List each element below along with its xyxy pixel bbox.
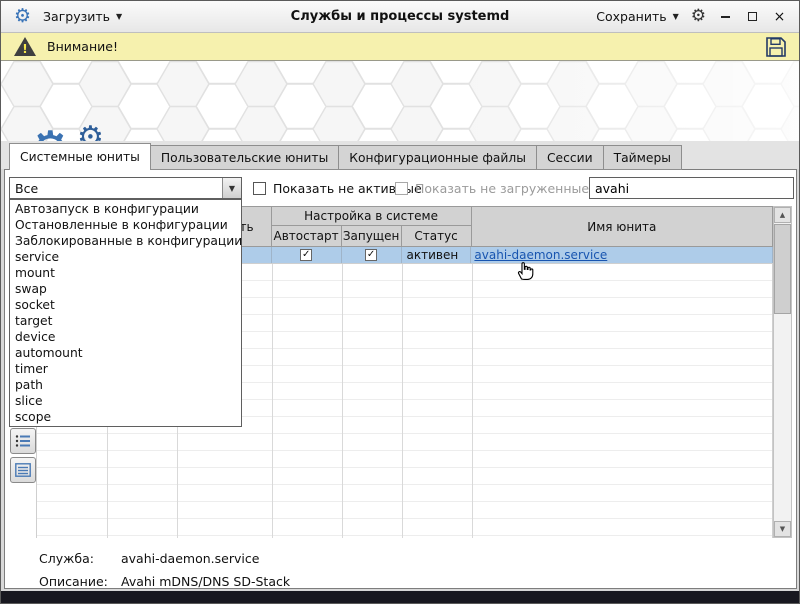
dropdown-option[interactable]: mount	[10, 265, 241, 281]
app-header: ⚙ ⚙ ⚙ Службы и процессы systemd Настройк…	[1, 61, 799, 141]
column-header-autostart[interactable]: Автостарт	[272, 226, 342, 247]
description-value: Avahi mDNS/DNS SD-Stack	[121, 574, 290, 589]
dropdown-option[interactable]: Автозапуск в конфигурации	[10, 201, 241, 217]
running-checkbox[interactable]: ✓	[365, 249, 377, 261]
dropdown-option[interactable]: timer	[10, 361, 241, 377]
group-subheaders: Автостарт Запущен Статус	[272, 226, 472, 247]
dropdown-arrow-button[interactable]: ▼	[222, 178, 241, 198]
grid-line	[272, 264, 273, 538]
scroll-up-button[interactable]: ▲	[774, 207, 791, 223]
save-file-icon[interactable]	[765, 36, 787, 58]
dropdown-option[interactable]: target	[10, 313, 241, 329]
column-header-running[interactable]: Запущен	[342, 226, 402, 247]
service-label: Служба:	[39, 551, 121, 566]
app-window: ⚙ Загрузить ▼ Службы и процессы systemd …	[0, 0, 800, 604]
tab-system-units[interactable]: Системные юниты	[9, 143, 151, 170]
grid-line	[402, 264, 403, 538]
titlebar: ⚙ Загрузить ▼ Службы и процессы systemd …	[1, 1, 799, 33]
unit-filter-dropdown[interactable]: Все ▼	[9, 177, 242, 199]
tab-config-files[interactable]: Конфигурационные файлы	[338, 145, 537, 170]
dropdown-selected-value: Все	[10, 181, 222, 196]
group-header-label: Настройка в системе	[272, 207, 472, 226]
column-header-status[interactable]: Статус	[402, 226, 472, 247]
tab-timers[interactable]: Таймеры	[603, 145, 682, 170]
cell-autostart: ✓	[272, 247, 342, 263]
dropdown-option[interactable]: swap	[10, 281, 241, 297]
settings-gear-icon[interactable]: ⚙	[691, 8, 706, 25]
header-fade-overlay	[1, 61, 799, 141]
search-input[interactable]	[589, 177, 794, 199]
dropdown-option[interactable]: service	[10, 249, 241, 265]
column-group-system-settings: Настройка в системе Автостарт Запущен Ст…	[272, 207, 472, 247]
dropdown-option[interactable]: path	[10, 377, 241, 393]
cell-status: активен	[402, 247, 472, 263]
caret-down-icon: ▼	[229, 184, 235, 193]
scroll-down-icon: ▼	[780, 525, 785, 533]
autostart-checkbox[interactable]: ✓	[300, 249, 312, 261]
svg-text:!: !	[22, 42, 27, 56]
grid-line	[472, 264, 473, 538]
show-unloaded-label: Показать не загруженные	[415, 181, 589, 196]
load-button[interactable]: Загрузить ▼	[43, 9, 122, 24]
framed-list-icon	[15, 463, 31, 477]
save-button[interactable]: Сохранить ▼	[596, 9, 678, 24]
titlebar-right-controls: Сохранить ▼ ⚙ ×	[596, 8, 799, 25]
list-view-button[interactable]	[10, 428, 36, 454]
tab-bar: Системные юниты Пользовательские юниты К…	[9, 143, 681, 170]
service-value: avahi-daemon.service	[121, 551, 259, 566]
description-info-row: Описание: Avahi mDNS/DNS SD-Stack	[39, 574, 290, 589]
warning-bar: ! Внимание!	[1, 33, 799, 61]
checkbox-box	[395, 182, 408, 195]
scroll-down-button[interactable]: ▼	[774, 521, 791, 537]
grid-line	[342, 264, 343, 538]
dropdown-option[interactable]: Остановленные в конфигурации	[10, 217, 241, 233]
dropdown-option[interactable]: Заблокированные в конфигурации	[10, 233, 241, 249]
minimize-button[interactable]	[718, 9, 733, 24]
dropdown-option[interactable]: scope	[10, 409, 241, 425]
caret-down-icon: ▼	[116, 13, 122, 21]
tab-sessions[interactable]: Сессии	[536, 145, 604, 170]
scroll-up-icon: ▲	[780, 211, 785, 219]
app-gear-icon: ⚙	[14, 7, 31, 26]
dropdown-option[interactable]: device	[10, 329, 241, 345]
description-label: Описание:	[39, 574, 121, 589]
show-unloaded-checkbox: Показать не загруженные	[395, 181, 589, 196]
maximize-button[interactable]	[745, 9, 760, 24]
caret-down-icon: ▼	[673, 13, 679, 21]
save-button-label: Сохранить	[596, 9, 666, 24]
load-button-label: Загрузить	[43, 9, 110, 24]
checkbox-box[interactable]	[253, 182, 266, 195]
close-button[interactable]: ×	[772, 9, 787, 24]
detailed-list-button[interactable]	[10, 457, 36, 483]
dropdown-popup: Автозапуск в конфигурации Остановленные …	[9, 199, 242, 427]
minimize-icon	[721, 16, 730, 18]
cell-unit-name: avahi-daemon.service	[471, 247, 773, 263]
dropdown-option[interactable]: automount	[10, 345, 241, 361]
dropdown-option[interactable]: socket	[10, 297, 241, 313]
warning-text: Внимание!	[47, 39, 118, 54]
warning-icon: !	[13, 36, 37, 57]
service-info-row: Служба: avahi-daemon.service	[39, 551, 259, 566]
bulleted-list-icon	[15, 434, 31, 448]
unit-name-link[interactable]: avahi-daemon.service	[471, 248, 607, 262]
scrollbar-thumb[interactable]	[774, 224, 791, 314]
dropdown-option[interactable]: slice	[10, 393, 241, 409]
window-bottom-frame	[1, 591, 800, 604]
vertical-scrollbar[interactable]: ▲ ▼	[773, 206, 792, 538]
maximize-icon	[748, 12, 757, 21]
column-header-unit-name[interactable]: Имя юнита	[472, 207, 773, 247]
cell-running: ✓	[342, 247, 402, 263]
tab-user-units[interactable]: Пользовательские юниты	[150, 145, 339, 170]
